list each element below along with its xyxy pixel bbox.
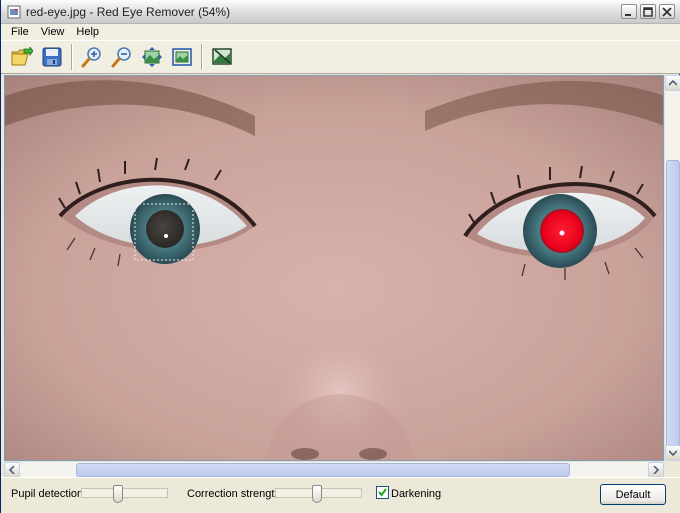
pupil-detection-slider[interactable] — [81, 485, 168, 503]
arrow-left-icon — [9, 466, 15, 474]
scrollbar-corner — [664, 461, 680, 477]
fit-to-window-icon — [142, 47, 162, 67]
correction-strength-slider[interactable] — [275, 485, 362, 503]
arrow-down-icon — [669, 450, 677, 456]
darkening-checkbox[interactable] — [376, 486, 389, 499]
zoom-in-button[interactable] — [77, 43, 107, 71]
save-button[interactable] — [37, 43, 67, 71]
slider-thumb[interactable] — [113, 485, 123, 503]
title-bar[interactable]: red-eye.jpg - Red Eye Remover (54%) — [1, 0, 680, 24]
open-button[interactable] — [7, 43, 37, 71]
menu-file[interactable]: File — [1, 24, 35, 40]
actual-size-icon — [172, 48, 192, 66]
pupil-detection-label: Pupil detection — [11, 488, 84, 500]
app-window: red-eye.jpg - Red Eye Remover (54%) File… — [0, 0, 680, 513]
toolbar-separator — [201, 44, 203, 70]
correction-strength-label: Correction strength — [187, 488, 281, 500]
toolbar-separator — [71, 44, 73, 70]
face-photo[interactable] — [5, 76, 664, 461]
scroll-right-button[interactable] — [648, 462, 664, 478]
maximize-icon — [643, 6, 653, 17]
image-preview-icon — [212, 48, 232, 65]
app-photo-icon — [7, 5, 21, 19]
zoom-out-button[interactable] — [107, 43, 137, 71]
preview-button[interactable] — [207, 43, 237, 71]
darkening-label: Darkening — [391, 488, 442, 500]
menu-bar: File View Help — [1, 24, 680, 40]
checkmark-icon — [378, 488, 387, 497]
menu-help[interactable]: Help — [70, 24, 105, 40]
zoom-in-icon — [81, 47, 101, 68]
zoom-out-icon — [111, 47, 131, 68]
image-viewport[interactable] — [4, 75, 664, 461]
window-title: red-eye.jpg - Red Eye Remover (54%) — [26, 4, 231, 19]
close-button[interactable] — [659, 4, 675, 19]
actual-size-button[interactable] — [167, 43, 197, 71]
arrow-right-icon — [653, 466, 659, 474]
open-folder-icon — [11, 47, 33, 66]
scroll-down-button[interactable] — [665, 445, 680, 461]
minimize-button[interactable] — [621, 4, 637, 19]
horizontal-scroll-thumb[interactable] — [76, 463, 570, 477]
controls-panel: Pupil detection Correction strength Dark… — [1, 477, 680, 513]
vertical-scrollbar[interactable] — [664, 75, 680, 461]
slider-thumb[interactable] — [312, 485, 322, 503]
horizontal-scrollbar[interactable] — [4, 461, 664, 478]
close-icon — [662, 6, 672, 17]
minimize-icon — [625, 13, 631, 16]
default-button[interactable]: Default — [600, 484, 666, 505]
vertical-scroll-thumb[interactable] — [666, 160, 680, 455]
arrow-up-icon — [669, 80, 677, 86]
save-icon — [42, 47, 62, 67]
slider-track — [81, 488, 168, 498]
maximize-button[interactable] — [640, 4, 656, 19]
fit-to-window-button[interactable] — [137, 43, 167, 71]
scroll-left-button[interactable] — [4, 462, 20, 478]
menu-view[interactable]: View — [35, 24, 71, 40]
scroll-up-button[interactable] — [665, 75, 680, 91]
toolbar — [1, 40, 680, 74]
